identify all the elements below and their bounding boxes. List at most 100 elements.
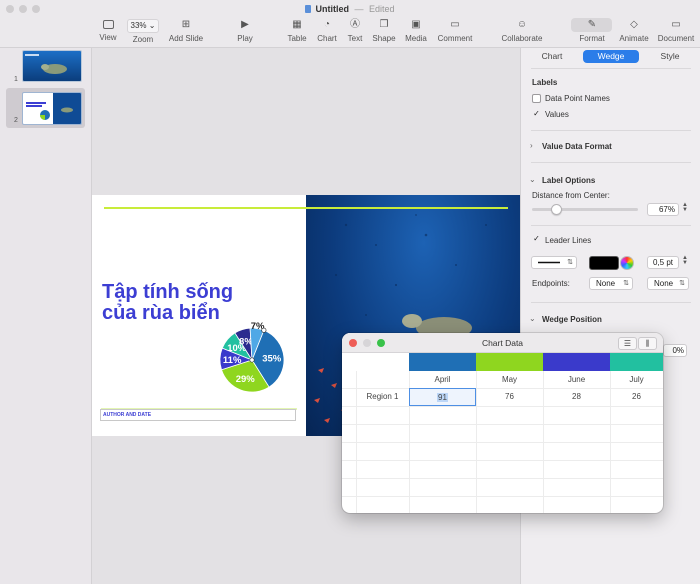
chart-data-window[interactable]: Chart Data ☰ ⫼ April May June July Regio… (342, 333, 663, 513)
distance-slider-knob[interactable] (551, 204, 562, 215)
selection-handle[interactable] (261, 327, 267, 333)
column-header-may[interactable]: May (476, 371, 543, 388)
top-accent-line (104, 207, 508, 209)
color-wheel-icon[interactable] (620, 256, 634, 270)
endpoint-left-popup[interactable]: None ⇅ (589, 277, 633, 290)
play-button[interactable]: ▶ Play (232, 19, 258, 43)
grid-line (342, 460, 663, 461)
zoom-value[interactable]: 33% ⌄ (127, 19, 159, 33)
grid-line (342, 496, 663, 497)
document-label: Document (657, 34, 695, 43)
column-header-june[interactable]: June (543, 371, 610, 388)
pie-data-label: 11% (223, 355, 242, 366)
table-button[interactable]: ▦ Table (285, 19, 309, 43)
slide-thumbnail-2[interactable] (22, 92, 82, 125)
line-color-swatch[interactable] (589, 256, 619, 270)
add-slide-button[interactable]: ⊞ Add Slide (166, 19, 206, 43)
column-color-april (409, 353, 476, 371)
column-header-july[interactable]: July (610, 371, 663, 388)
animate-icon: ◇ (630, 19, 638, 30)
plot-rows-icon[interactable]: ☰ (618, 337, 637, 350)
leader-lines-label: Leader Lines (545, 236, 592, 245)
add-slide-label: Add Slide (168, 34, 204, 43)
media-button[interactable]: ▣ Media (403, 19, 429, 43)
value-data-format-heading[interactable]: Value Data Format (542, 142, 612, 151)
column-color-may (476, 353, 543, 371)
values-checkbox[interactable]: ✓ (532, 110, 541, 119)
view-button[interactable]: View (96, 19, 120, 42)
slide-number-2: 2 (14, 117, 18, 124)
tab-style[interactable]: Style (652, 50, 688, 63)
plot-columns-icon[interactable]: ⫼ (638, 337, 657, 350)
chart-label: Chart (317, 34, 337, 43)
format-label: Format (579, 34, 605, 43)
document-title: Untitled — Edited (0, 4, 700, 14)
wedge-position-field[interactable]: 0% (663, 344, 687, 357)
format-button[interactable]: ✎ Format (577, 19, 607, 43)
popup-arrows-icon: ⇅ (679, 280, 685, 287)
sidebar-icon (102, 20, 114, 29)
media-icon: ▣ (411, 19, 421, 30)
popup-arrows-icon: ⇅ (623, 280, 629, 287)
chevron-down-icon[interactable]: ⌄ (529, 175, 536, 184)
grid-line (342, 406, 663, 407)
data-cell-april[interactable]: 91 (409, 388, 476, 406)
data-cell-july[interactable]: 26 (610, 388, 663, 405)
view-label: View (99, 33, 117, 42)
row-header-region-1[interactable]: Region 1 (356, 388, 409, 405)
tab-chart[interactable]: Chart (534, 50, 570, 63)
text-button[interactable]: Ⓐ Text (344, 19, 366, 43)
column-header-april[interactable]: April (409, 371, 476, 388)
endpoint-left-value: None (596, 279, 616, 288)
document-button[interactable]: ▭ Document (656, 19, 696, 43)
tab-wedge[interactable]: Wedge (583, 50, 639, 63)
comment-icon: ▭ (450, 19, 460, 30)
chevron-right-icon[interactable]: › (530, 141, 533, 150)
chevron-down-icon[interactable]: ⌄ (529, 314, 536, 323)
endpoint-right-popup[interactable]: None ⇅ (647, 277, 689, 290)
data-cell-may[interactable]: 76 (476, 388, 543, 405)
distance-stepper[interactable]: ▲ ▼ (681, 202, 689, 213)
line-width-field[interactable]: 0,5 pt (647, 256, 679, 269)
data-cell-june[interactable]: 28 (543, 388, 610, 405)
play-label: Play (237, 34, 253, 43)
inspector-tabs: Chart Wedge Style (521, 48, 700, 65)
text-icon: Ⓐ (350, 19, 360, 30)
slide-thumbnail-1[interactable] (22, 50, 82, 82)
distance-slider-track[interactable] (532, 208, 638, 211)
toolbar: Untitled — Edited View 33% ⌄ Zoom ⊞ Add … (0, 0, 700, 48)
author-and-date-box[interactable]: AUTHOR AND DATE (100, 409, 296, 421)
media-label: Media (405, 34, 427, 43)
animate-button[interactable]: ◇ Animate (617, 19, 651, 43)
text-label: Text (347, 34, 363, 43)
line-style-popup[interactable]: ⇅ (531, 256, 577, 269)
shape-button[interactable]: ❐ Shape (371, 19, 397, 43)
line-width-stepper[interactable]: ▲ ▼ (681, 255, 689, 266)
collaborate-label: Collaborate (501, 34, 543, 43)
data-point-names-checkbox[interactable] (532, 94, 541, 103)
slide-2-preview (26, 93, 81, 124)
window-title: Untitled (315, 4, 349, 14)
zoom-button[interactable]: 33% ⌄ Zoom (124, 19, 162, 44)
leader-lines-checkbox[interactable]: ✓ (532, 235, 541, 244)
zoom-label: Zoom (132, 35, 154, 44)
wedge-position-heading[interactable]: Wedge Position (542, 315, 602, 324)
collaborate-button[interactable]: ☺ Collaborate (500, 19, 544, 43)
chart-button[interactable]: ◔ Chart (315, 19, 339, 43)
labels-heading: Labels (532, 78, 558, 87)
divider (531, 68, 691, 69)
slide-title[interactable]: Tập tính sống của rùa biển (102, 282, 302, 324)
animate-label: Animate (619, 34, 649, 43)
comment-button[interactable]: ▭ Comment (436, 19, 474, 43)
label-options-heading[interactable]: Label Options (542, 176, 595, 185)
endpoints-label: Endpoints: (532, 279, 570, 288)
distance-value-field[interactable]: 67% (647, 203, 679, 216)
selection-handle[interactable] (249, 357, 255, 363)
pie-chart[interactable]: 35%29%11%10%8%7% (212, 320, 292, 400)
add-slide-icon: ⊞ (181, 19, 191, 30)
column-color-june (543, 353, 610, 371)
popup-arrows-icon: ⇅ (567, 259, 573, 266)
chart-data-titlebar[interactable]: Chart Data ☰ ⫼ (342, 333, 663, 353)
slide-navigator (0, 48, 92, 584)
data-point-names-label: Data Point Names (545, 94, 610, 103)
